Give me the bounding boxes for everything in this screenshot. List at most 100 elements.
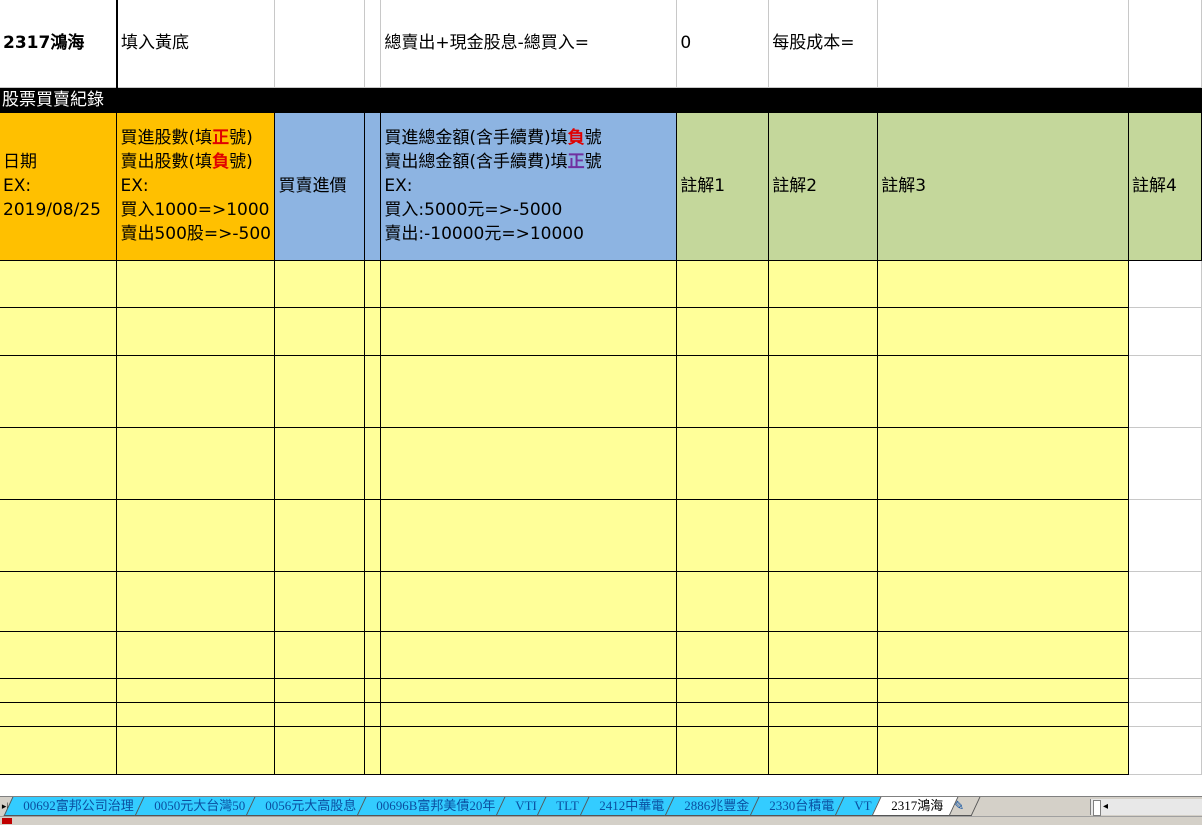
input-cell[interactable] bbox=[364, 631, 382, 679]
input-cell[interactable] bbox=[116, 678, 276, 703]
input-cell[interactable] bbox=[116, 726, 276, 775]
input-cell[interactable] bbox=[877, 631, 1129, 679]
input-cell[interactable] bbox=[877, 571, 1129, 632]
input-cell[interactable] bbox=[380, 702, 678, 727]
cell-empty[interactable] bbox=[1128, 631, 1202, 679]
input-cell[interactable] bbox=[676, 307, 770, 356]
input-cell[interactable] bbox=[0, 631, 118, 679]
sheet-tab[interactable]: 00692富邦公司治理 bbox=[3, 797, 149, 816]
input-cell[interactable] bbox=[274, 355, 366, 428]
cell-empty[interactable] bbox=[1128, 702, 1202, 727]
input-cell[interactable] bbox=[364, 307, 382, 356]
input-cell[interactable] bbox=[116, 571, 276, 632]
header-note3[interactable]: 註解3 bbox=[877, 113, 1129, 261]
input-cell[interactable] bbox=[877, 307, 1129, 356]
input-cell[interactable] bbox=[364, 260, 382, 308]
input-cell[interactable] bbox=[380, 307, 678, 356]
cell-empty[interactable] bbox=[1128, 499, 1202, 572]
input-cell[interactable] bbox=[364, 678, 382, 703]
input-cell[interactable] bbox=[877, 260, 1129, 308]
horizontal-scrollbar[interactable]: ◂ bbox=[1090, 799, 1202, 816]
input-cell[interactable] bbox=[380, 355, 678, 428]
input-cell[interactable] bbox=[274, 726, 366, 775]
sheet-tab[interactable]: 00696B富邦美債20年 bbox=[356, 797, 511, 816]
cell-formula-label[interactable]: 總賣出+現金股息-總買入= bbox=[380, 0, 678, 88]
cell-cost-label[interactable]: 每股成本= bbox=[768, 0, 879, 88]
input-cell[interactable] bbox=[364, 355, 382, 428]
input-cell[interactable] bbox=[116, 260, 276, 308]
cell-empty[interactable] bbox=[1128, 307, 1202, 356]
input-cell[interactable] bbox=[116, 307, 276, 356]
input-cell[interactable] bbox=[380, 260, 678, 308]
input-cell[interactable] bbox=[768, 571, 879, 632]
input-cell[interactable] bbox=[274, 427, 366, 500]
input-cell[interactable] bbox=[274, 307, 366, 356]
cell-empty[interactable] bbox=[1128, 260, 1202, 308]
input-cell[interactable] bbox=[274, 571, 366, 632]
cell-empty[interactable] bbox=[1128, 678, 1202, 703]
header-shares[interactable]: 買進股數(填正號) 賣出股數(填負號) EX: 買入1000=>1000 賣出5… bbox=[116, 113, 276, 261]
input-cell[interactable] bbox=[768, 678, 879, 703]
header-note1[interactable]: 註解1 bbox=[676, 113, 770, 261]
header-note4[interactable]: 註解4 bbox=[1128, 113, 1202, 261]
sheet-tab[interactable]: 0050元大台灣50 bbox=[134, 797, 260, 816]
input-cell[interactable] bbox=[116, 355, 276, 428]
input-cell[interactable] bbox=[274, 678, 366, 703]
input-cell[interactable] bbox=[768, 499, 879, 572]
input-cell[interactable] bbox=[676, 702, 770, 727]
input-cell[interactable] bbox=[380, 726, 678, 775]
sheet-tab[interactable]: 0056元大高股息 bbox=[245, 797, 371, 816]
cell-instruction[interactable]: 填入黃底 bbox=[116, 0, 276, 88]
input-cell[interactable] bbox=[877, 355, 1129, 428]
header-narrow[interactable] bbox=[364, 113, 382, 261]
cell-empty[interactable] bbox=[1128, 427, 1202, 500]
input-cell[interactable] bbox=[676, 499, 770, 572]
input-cell[interactable] bbox=[768, 427, 879, 500]
cell-formula-value[interactable]: 0 bbox=[676, 0, 770, 88]
input-cell[interactable] bbox=[768, 702, 879, 727]
input-cell[interactable] bbox=[274, 702, 366, 727]
input-cell[interactable] bbox=[364, 726, 382, 775]
input-cell[interactable] bbox=[364, 702, 382, 727]
input-cell[interactable] bbox=[364, 427, 382, 500]
input-cell[interactable] bbox=[274, 260, 366, 308]
cell-empty[interactable] bbox=[1128, 571, 1202, 632]
input-cell[interactable] bbox=[116, 702, 276, 727]
input-cell[interactable] bbox=[877, 702, 1129, 727]
input-cell[interactable] bbox=[768, 631, 879, 679]
cell-stock-name[interactable]: 2317鴻海 bbox=[0, 0, 118, 88]
input-cell[interactable] bbox=[380, 499, 678, 572]
input-cell[interactable] bbox=[364, 571, 382, 632]
input-cell[interactable] bbox=[877, 726, 1129, 775]
sheet-tab-active[interactable]: 2317鴻海 bbox=[871, 797, 959, 816]
input-cell[interactable] bbox=[768, 355, 879, 428]
input-cell[interactable] bbox=[676, 571, 770, 632]
cell-empty[interactable] bbox=[1128, 726, 1202, 775]
input-cell[interactable] bbox=[0, 726, 118, 775]
macro-record-icon[interactable] bbox=[2, 818, 12, 824]
input-cell[interactable] bbox=[0, 260, 118, 308]
input-cell[interactable] bbox=[0, 307, 118, 356]
input-cell[interactable] bbox=[768, 307, 879, 356]
input-cell[interactable] bbox=[380, 631, 678, 679]
scroll-left-icon[interactable]: ◂ bbox=[1103, 799, 1108, 815]
input-cell[interactable] bbox=[0, 499, 118, 572]
header-note2[interactable]: 註解2 bbox=[768, 113, 879, 261]
input-cell[interactable] bbox=[0, 571, 118, 632]
input-cell[interactable] bbox=[0, 702, 118, 727]
input-cell[interactable] bbox=[364, 499, 382, 572]
cell-empty[interactable] bbox=[274, 0, 366, 88]
input-cell[interactable] bbox=[380, 427, 678, 500]
cell-empty[interactable] bbox=[1128, 0, 1202, 88]
input-cell[interactable] bbox=[676, 260, 770, 308]
section-title-cell[interactable]: 股票買賣紀錄 bbox=[0, 87, 1202, 113]
header-date[interactable]: 日期 EX: 2019/08/25 bbox=[0, 113, 118, 261]
cell-empty[interactable] bbox=[1128, 355, 1202, 428]
input-cell[interactable] bbox=[0, 678, 118, 703]
input-cell[interactable] bbox=[676, 427, 770, 500]
input-cell[interactable] bbox=[0, 355, 118, 428]
input-cell[interactable] bbox=[676, 631, 770, 679]
header-price[interactable]: 買賣進價 bbox=[274, 113, 366, 261]
input-cell[interactable] bbox=[116, 631, 276, 679]
input-cell[interactable] bbox=[768, 726, 879, 775]
